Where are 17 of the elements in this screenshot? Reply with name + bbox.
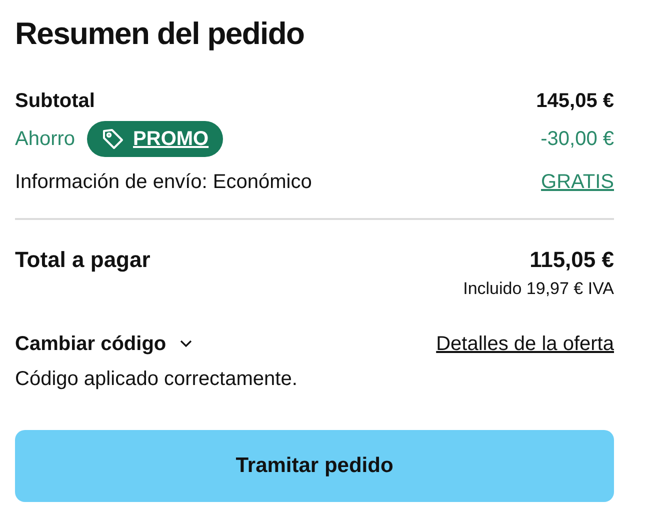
chevron-icon bbox=[180, 339, 192, 348]
tag-icon bbox=[101, 127, 126, 151]
offer-details-link[interactable]: Detalles de la oferta bbox=[436, 328, 614, 358]
promo-badge[interactable]: PROMO bbox=[87, 121, 223, 157]
success-message: Código aplicado correctamente. bbox=[15, 366, 298, 392]
checkout-button[interactable]: Tramitar pedido bbox=[15, 430, 614, 502]
shipping-label: Información de envío: Económico bbox=[15, 170, 312, 195]
shipping-link[interactable]: GRATIS bbox=[541, 167, 614, 197]
subtotal-value: 145,05 € bbox=[536, 89, 614, 114]
savings-value: -30,00 € bbox=[540, 127, 614, 152]
total-label: Total a pagar bbox=[15, 246, 150, 274]
tax-note: Incluido 19,97 € IVA bbox=[463, 278, 614, 300]
subtotal-label: Subtotal bbox=[15, 89, 95, 114]
change-code-toggle[interactable]: Cambiar código bbox=[15, 328, 192, 358]
savings-label: Ahorro bbox=[15, 127, 76, 152]
panel-title: Resumen del pedido bbox=[15, 15, 306, 53]
total-value: 115,05 € bbox=[530, 246, 614, 274]
